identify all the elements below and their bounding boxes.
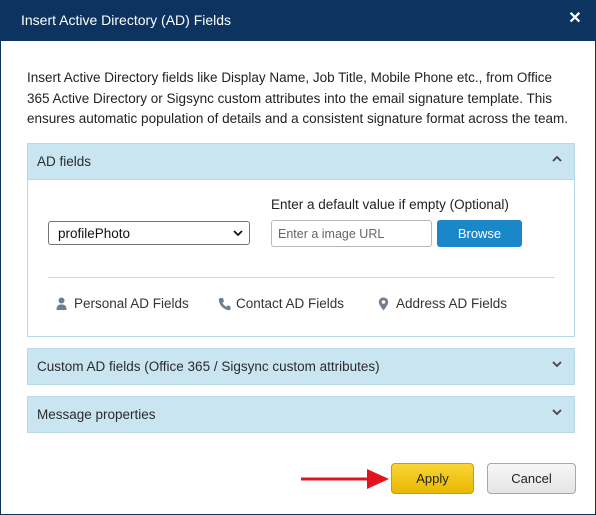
map-pin-icon xyxy=(378,297,389,311)
image-url-input[interactable] xyxy=(271,220,432,247)
chevron-down-icon xyxy=(552,409,562,416)
dialog-title-bar: Insert Active Directory (AD) Fields ✕ xyxy=(1,1,595,41)
default-value-label: Enter a default value if empty (Optional… xyxy=(271,197,509,212)
ad-fields-panel-body: profilePhoto Enter a default value if em… xyxy=(27,180,575,337)
contact-ad-fields-label: Contact AD Fields xyxy=(236,296,345,311)
phone-icon xyxy=(218,298,231,311)
message-properties-header-label: Message properties xyxy=(37,407,156,422)
ad-field-select[interactable]: profilePhoto xyxy=(48,221,250,245)
red-arrow-annotation xyxy=(301,469,389,489)
custom-ad-fields-header-label: Custom AD fields (Office 365 / Sigsync c… xyxy=(37,359,380,374)
close-icon: ✕ xyxy=(568,10,582,27)
dialog-title: Insert Active Directory (AD) Fields xyxy=(21,12,232,28)
browse-button[interactable]: Browse xyxy=(437,220,522,247)
ad-field-select-value: profilePhoto xyxy=(58,226,131,241)
chevron-down-icon xyxy=(552,361,562,368)
apply-button[interactable]: Apply xyxy=(391,463,474,494)
cancel-button[interactable]: Cancel xyxy=(487,463,576,494)
close-button[interactable]: ✕ xyxy=(563,7,587,31)
insert-ad-fields-dialog: Insert Active Directory (AD) Fields ✕ In… xyxy=(0,0,596,515)
intro-text: Insert Active Directory fields like Disp… xyxy=(27,70,569,126)
chevron-up-icon xyxy=(552,155,562,162)
personal-ad-fields-label: Personal AD Fields xyxy=(74,296,189,311)
address-ad-fields-label: Address AD Fields xyxy=(396,296,508,311)
person-icon xyxy=(56,297,67,310)
chevron-down-icon xyxy=(233,230,243,237)
divider xyxy=(48,277,555,278)
ad-fields-header-label: AD fields xyxy=(37,154,92,169)
ad-fields-panel-header[interactable]: AD fields xyxy=(27,143,575,180)
message-properties-panel-header[interactable]: Message properties xyxy=(27,396,575,433)
custom-ad-fields-panel-header[interactable]: Custom AD fields (Office 365 / Sigsync c… xyxy=(27,348,575,385)
